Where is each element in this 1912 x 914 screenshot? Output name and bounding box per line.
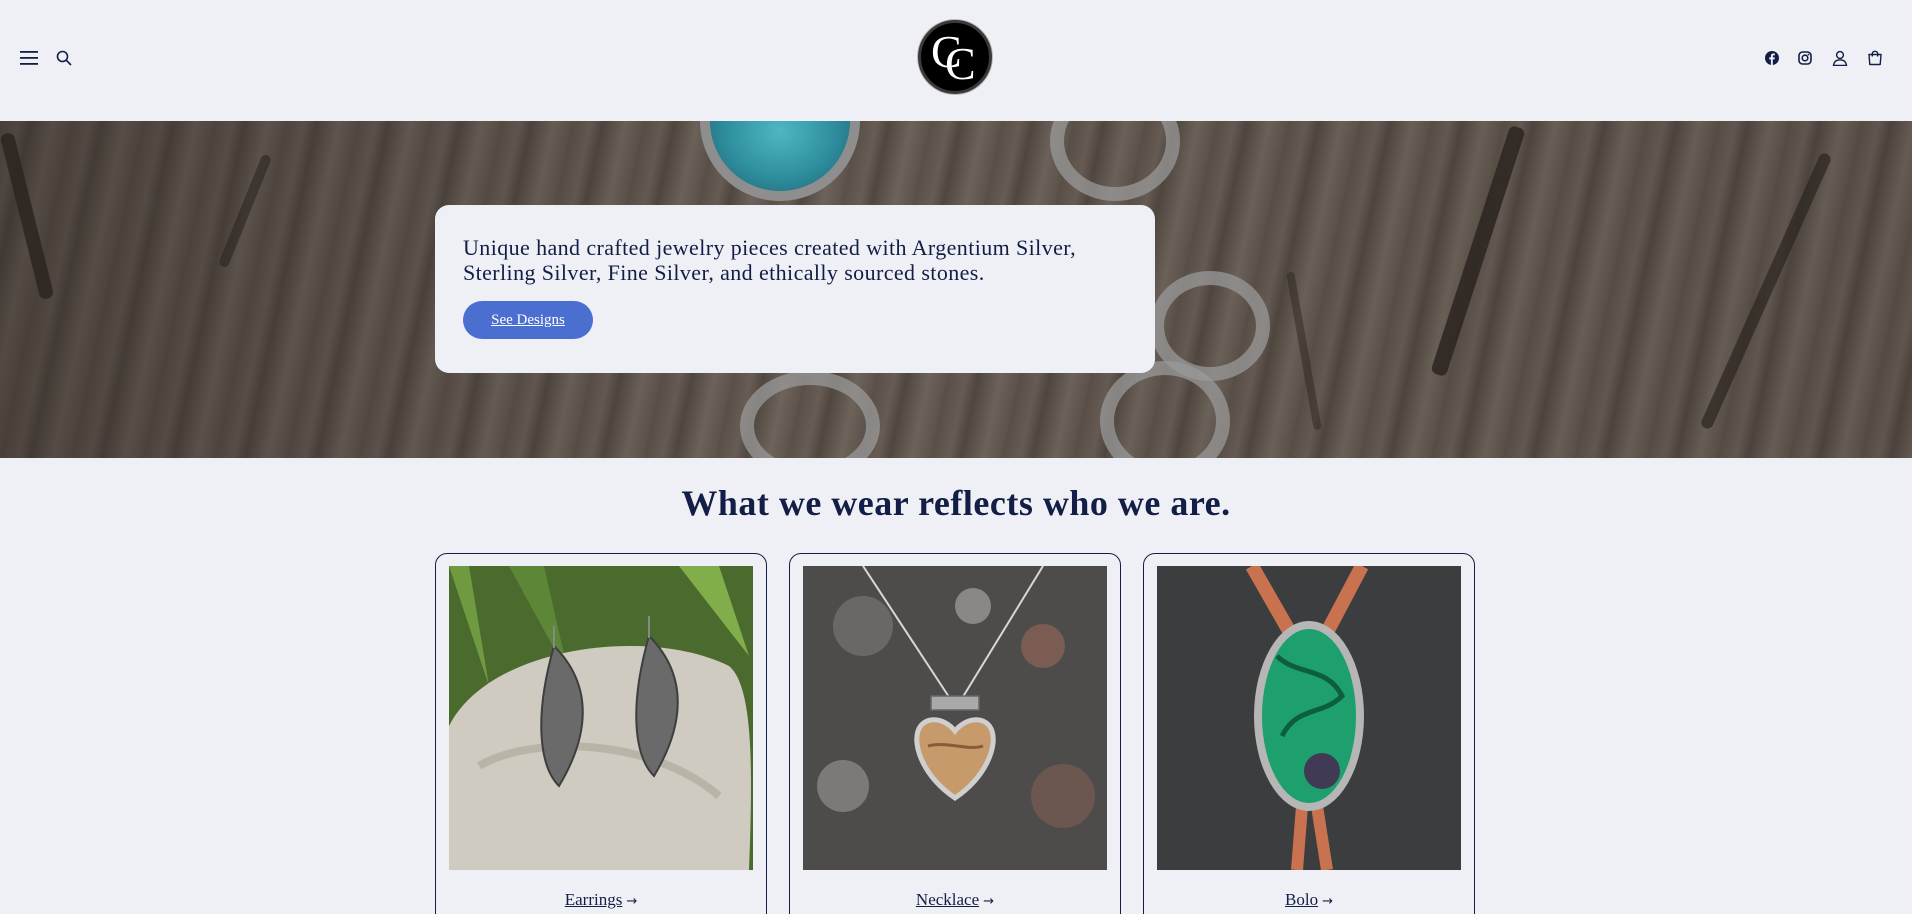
- earrings-image: [449, 566, 753, 870]
- collection-link-earrings[interactable]: Earrings →: [436, 890, 766, 910]
- hamburger-icon: [20, 51, 38, 65]
- search-icon: [56, 50, 72, 66]
- collection-link-bolo[interactable]: Bolo →: [1144, 890, 1474, 910]
- instagram-icon: [1798, 51, 1812, 65]
- wood-crack: [0, 131, 55, 301]
- collection-card-earrings[interactable]: Earrings →: [435, 553, 767, 914]
- hero-text-card: Unique hand crafted jewelry pieces creat…: [435, 205, 1155, 373]
- site-logo[interactable]: CC: [918, 20, 992, 94]
- arrow-right-icon: →: [626, 894, 638, 909]
- site-header: CC: [0, 0, 1912, 121]
- account-icon: [1832, 50, 1848, 66]
- cart-icon: [1868, 50, 1882, 66]
- facebook-icon: [1765, 51, 1779, 65]
- collection-label: Bolo: [1285, 890, 1319, 909]
- logo-mark: CC: [931, 26, 976, 89]
- collection-link-necklace[interactable]: Necklace →: [790, 890, 1120, 910]
- wood-crack: [1699, 151, 1833, 431]
- necklace-image: [803, 566, 1107, 870]
- chain-link: [740, 371, 880, 458]
- collection-label: Earrings: [564, 890, 623, 909]
- wood-crack: [1286, 271, 1322, 431]
- collection-card-bolo[interactable]: Bolo →: [1143, 553, 1475, 914]
- instagram-link[interactable]: [1791, 44, 1819, 72]
- chain-link: [1050, 121, 1180, 201]
- collection-label: Necklace: [915, 890, 980, 909]
- wood-crack: [217, 153, 273, 269]
- arrow-right-icon: →: [1322, 894, 1333, 909]
- see-designs-button[interactable]: See Designs: [463, 301, 593, 339]
- cart-link[interactable]: [1861, 44, 1889, 72]
- search-button[interactable]: [50, 44, 78, 72]
- collection-card-necklace[interactable]: Necklace →: [789, 553, 1121, 914]
- arrow-right-icon: →: [983, 894, 995, 909]
- bolo-image: [1157, 566, 1461, 870]
- menu-button[interactable]: [15, 44, 43, 72]
- hero-tagline: Unique hand crafted jewelry pieces creat…: [463, 235, 1077, 285]
- collections-heading: What we wear reflects who we are.: [681, 483, 1231, 523]
- facebook-link[interactable]: [1758, 44, 1786, 72]
- account-link[interactable]: [1826, 44, 1854, 72]
- turquoise-stone: [700, 121, 860, 201]
- wood-crack: [1430, 124, 1526, 378]
